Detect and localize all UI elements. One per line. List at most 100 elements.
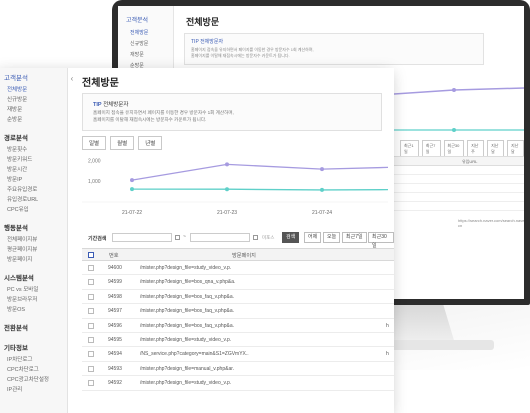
tip-body: 홈페이지 접속을 유지하면서 페이지를 이동한 경우 방문자수 1회 계산하며,… (93, 109, 373, 123)
row-checkbox[interactable] (88, 337, 94, 343)
search-button[interactable]: 검색 (282, 232, 300, 243)
sidebar-item[interactable]: 방문OS (0, 305, 67, 315)
sidebar: 고객분석 전체방문 신규방문 재방문 순방문경로분석 방문횟수 방문키워드 방문시간 방문IP 주… (0, 68, 68, 413)
sidebar-group-title[interactable]: 전환분석 (0, 322, 67, 335)
sidebar-item[interactable]: CPC유입 (0, 205, 67, 215)
row-number: 94592 (108, 380, 122, 387)
sidebar-item[interactable]: 재방문 (0, 105, 67, 115)
series-line (131, 188, 388, 191)
calendar-icon[interactable] (175, 235, 180, 240)
quick-filter-7days[interactable]: 최근7일 (342, 232, 367, 243)
row-checkbox[interactable] (88, 293, 94, 300)
sidebar-item[interactable]: 방문횟수 (0, 145, 67, 155)
data-point (320, 187, 324, 192)
table-row[interactable]: 94595/mister.php?design_file=study_video… (82, 333, 394, 348)
back-point (452, 128, 456, 132)
sidebar-item[interactable]: PC vs 모바일 (0, 285, 67, 295)
row-page-url[interactable]: /mister.php?design_file=study_video_v.p. (140, 265, 231, 271)
quick-filter-yesterday[interactable]: 어제 (304, 232, 322, 243)
sidebar-group-title[interactable]: 행동분석 (0, 222, 67, 235)
sidebar-group: 전환분석 (0, 322, 67, 335)
back-tip-box: TIP 전체방문자 홈페이지 접속을 유지하면서 페이지를 이동한 경우 방문자… (184, 33, 484, 65)
row-checkbox[interactable] (88, 365, 94, 372)
sidebar-item[interactable]: 방문IP (0, 175, 67, 185)
collapse-sidebar-icon[interactable]: ‹ (68, 68, 76, 90)
row-page-url[interactable]: /mister.php?design_file=bos_faq_v.php&a. (140, 323, 234, 329)
sidebar-item[interactable]: 주요유입경로 (0, 185, 67, 195)
row-number: 94594 (108, 351, 122, 358)
row-extra: h (386, 322, 389, 329)
row-checkbox[interactable] (88, 279, 94, 286)
row-checkbox[interactable] (88, 380, 94, 387)
row-checkbox[interactable] (88, 308, 94, 315)
row-page-url[interactable]: /mister.php?design_file=bos_faq_v.php&a. (140, 294, 234, 300)
row-number: 94598 (108, 293, 122, 300)
table-row[interactable]: 94596/mister.php?design_file=bos_faq_v.p… (82, 319, 394, 333)
sidebar-groups: 고객분석 전체방문 신규방문 재방문 순방문경로분석 방문횟수 방문키워드 방문시간 방문IP 주… (0, 68, 67, 395)
table-row[interactable]: 94599/mister.php?design_file=bos_qna_v.p… (82, 275, 394, 290)
sidebar-item[interactable]: 방문키워드 (0, 155, 67, 165)
back-sidebar-item[interactable]: 신규방문 (118, 38, 173, 49)
back-sidebar-category[interactable]: 고객분석 (118, 6, 173, 27)
sidebar-item[interactable]: 신규방문 (0, 95, 67, 105)
data-point (130, 187, 134, 192)
y-tick-label: 2,000 (88, 158, 101, 164)
back-referrer-link[interactable]: https://search.naver.com/search.naver?cn (458, 218, 524, 228)
x-tick-label: 21-07-23 (217, 210, 237, 216)
table-row[interactable]: 94592/mister.php?design_file=study_video… (82, 376, 394, 391)
sidebar-item[interactable]: 방문브라우저 (0, 295, 67, 305)
data-point (225, 162, 229, 167)
date-filter-bar: 기간검색 ~ 미포스 검색 어제 오늘 최근7일 최근30일 (82, 232, 394, 249)
row-page-url[interactable]: /mister.php?design_file=study_video_v.p. (140, 337, 231, 343)
sidebar-item[interactable]: IP관리 (0, 385, 67, 395)
sidebar-item[interactable]: 순방문 (0, 115, 67, 125)
back-page-title: 전체방문 (186, 17, 220, 27)
sidebar-group-title[interactable]: 기타정보 (0, 342, 67, 355)
table-row[interactable]: 94594/NS_service.php?category=main&S1=ZG… (82, 347, 394, 362)
tip-line: 홈페이지 접속을 유지하면서 페이지를 이동한 경우 방문자수 1회 계산하며, (93, 110, 234, 115)
table-header: 번호 방문페이지 (82, 248, 394, 261)
table-row[interactable]: 94600/mister.php?design_file=study_video… (82, 261, 394, 276)
row-page-url[interactable]: /mister.php?design_file=bos_faq_v.php&a. (140, 308, 234, 314)
sidebar-item[interactable]: 평균페이지뷰 (0, 245, 67, 255)
row-extra: h (386, 351, 389, 358)
sidebar-item[interactable]: IP차단로그 (0, 355, 67, 365)
quick-filter-30days[interactable]: 최근30일 (368, 232, 394, 249)
row-page-url[interactable]: /mister.php?design_file=study_video_v.p. (140, 380, 231, 386)
data-point (225, 187, 229, 192)
column-header-no: 번호 (109, 253, 119, 259)
row-checkbox[interactable] (88, 351, 94, 358)
row-number: 94596 (108, 322, 122, 329)
back-sidebar-item[interactable]: 전체방문 (118, 27, 173, 38)
sidebar-item[interactable]: 전체방문 (0, 85, 67, 95)
end-date-input[interactable] (190, 233, 250, 242)
sidebar-item[interactable]: 전체페이지뷰 (0, 235, 67, 245)
back-sidebar-item[interactable]: 재방문 (118, 49, 173, 60)
table-row[interactable]: 94598/mister.php?design_file=bos_faq_v.p… (82, 290, 394, 305)
sidebar-group-title[interactable]: 경로분석 (0, 132, 67, 145)
sidebar-group: 고객분석 전체방문 신규방문 재방문 순방문 (0, 72, 67, 125)
row-page-url[interactable]: /NS_service.php?category=main&S1=ZGVmYX.… (140, 351, 249, 357)
select-all-checkbox[interactable] (88, 252, 94, 258)
calendar-icon[interactable] (253, 235, 258, 240)
x-tick-label: 21-07-24 (312, 210, 332, 216)
back-tip-line: 홈페이지를 이탈해 재접속시에는 방문자수 카운트가 됩니다. (191, 53, 290, 58)
row-page-url[interactable]: /mister.php?design_file=bos_qna_v.php&a. (140, 279, 235, 285)
sidebar-item[interactable]: 방문시간 (0, 165, 67, 175)
table-row[interactable]: 94593/mister.php?design_file=manual_v.ph… (82, 362, 394, 377)
row-number: 94593 (108, 365, 122, 372)
date-range-separator: ~ (183, 234, 186, 240)
sidebar-item[interactable]: 유입경로URL (0, 195, 67, 205)
sidebar-group-title[interactable]: 고객분석 (0, 72, 67, 85)
quick-filter-today[interactable]: 오늘 (323, 232, 341, 243)
start-date-input[interactable] (112, 233, 172, 242)
row-page-url[interactable]: /mister.php?design_file=manual_v.php&ar. (140, 366, 234, 372)
tip-line: 홈페이지를 이탈해 재접속시에는 방문자수 카운트가 됩니다. (93, 117, 207, 122)
row-checkbox[interactable] (88, 322, 94, 329)
sidebar-item[interactable]: 방문페이지 (0, 255, 67, 265)
sidebar-group-title[interactable]: 시스템분석 (0, 272, 67, 285)
sidebar-item[interactable]: CPC차단로그 (0, 365, 67, 375)
sidebar-item[interactable]: CPC광고차단설정 (0, 375, 67, 385)
table-row[interactable]: 94597/mister.php?design_file=bos_faq_v.p… (82, 304, 394, 319)
row-checkbox[interactable] (88, 265, 94, 271)
